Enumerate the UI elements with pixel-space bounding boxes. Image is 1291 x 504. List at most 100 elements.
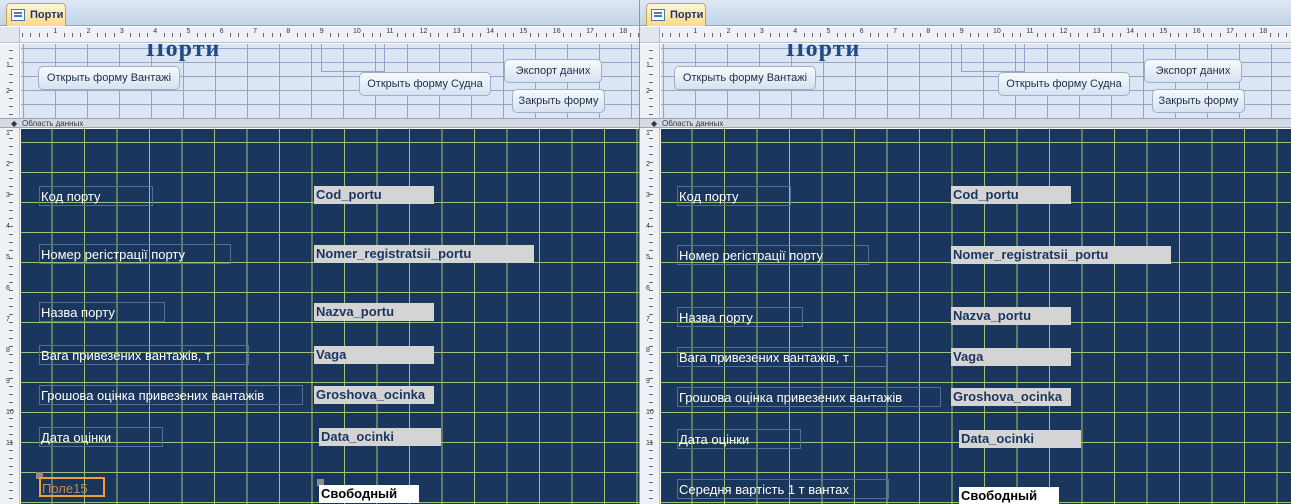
ruler-number: 12 <box>419 28 428 35</box>
ruler-number: 4 <box>153 28 158 35</box>
ruler-tick <box>113 33 115 37</box>
detail-section-bar[interactable]: ◆ Область данных <box>640 118 1291 128</box>
label-avg-cost[interactable]: Середня вартість 1 т вантах <box>677 479 889 499</box>
ruler-tick <box>538 33 540 37</box>
ruler-tick <box>280 33 282 37</box>
ruler-tick <box>9 394 13 395</box>
ruler-tick <box>649 58 653 59</box>
label-cargo-value[interactable]: Грошова оцінка привезених вантажів <box>39 385 303 405</box>
field-port-code[interactable]: Cod_portu <box>951 186 1071 204</box>
ruler-number: 9 <box>646 378 650 385</box>
field-port-name[interactable]: Nazva_portu <box>314 303 434 321</box>
ruler-number: 10 <box>353 28 361 35</box>
section-arrow-icon: ◆ <box>11 119 18 128</box>
ruler-tick <box>1278 33 1280 37</box>
ruler-tick <box>9 202 13 203</box>
ruler-tick <box>649 322 653 323</box>
field-eval-date[interactable]: Data_ocinki <box>319 428 441 446</box>
ruler-number: 12 <box>1059 28 1068 35</box>
detail-section-bar[interactable]: ◆ Область данных <box>0 118 639 128</box>
label-port-name[interactable]: Назва порту <box>39 302 165 322</box>
ruler-tick <box>513 33 515 37</box>
document-tab-bar: Порти <box>640 0 1291 26</box>
field-free[interactable]: Свободный <box>959 487 1059 504</box>
ruler-number: 11 <box>386 28 394 35</box>
label-port-code[interactable]: Код порту <box>677 186 791 206</box>
field-cargo-value[interactable]: Groshova_ocinka <box>951 388 1071 406</box>
label-cargo-value[interactable]: Грошова оцінка привезених вантажів <box>677 387 941 407</box>
tab-ports[interactable]: Порти <box>6 3 66 26</box>
export-data-button[interactable]: Экспорт даних <box>1144 59 1242 83</box>
ruler-tick <box>9 210 13 211</box>
ruler-tick <box>338 33 340 37</box>
ruler-tick <box>1203 33 1205 37</box>
label-reg-number[interactable]: Номер регістрації порту <box>677 245 869 265</box>
field-reg-number[interactable]: Nomer_registratsii_portu <box>314 245 534 263</box>
open-cargo-form-button[interactable]: Открыть форму Вантажі <box>38 66 180 90</box>
label-cargo-weight[interactable]: Вага привезених вантажів, т <box>677 347 887 367</box>
field-cargo-value[interactable]: Groshova_ocinka <box>314 386 434 404</box>
ruler-tick <box>9 114 13 115</box>
close-form-button[interactable]: Закрыть форму <box>1152 89 1245 113</box>
ruler-tick <box>138 33 140 37</box>
label-port-code[interactable]: Код порту <box>39 186 153 206</box>
tab-ports[interactable]: Порти <box>646 3 706 26</box>
tab-label: Порти <box>670 9 704 21</box>
export-data-button[interactable]: Экспорт даних <box>504 59 602 83</box>
ruler-tick <box>649 426 653 427</box>
ruler-tick <box>205 33 207 37</box>
field-cargo-weight[interactable]: Vaga <box>314 346 434 364</box>
ruler-tick <box>80 33 82 37</box>
label-cargo-weight[interactable]: Вага привезених вантажів, т <box>39 345 249 365</box>
ruler-tick <box>371 33 373 37</box>
ruler-tick <box>9 434 13 435</box>
label-port-name[interactable]: Назва порту <box>677 307 803 327</box>
label-reg-number[interactable]: Номер регістрації порту <box>39 244 231 264</box>
ruler-tick <box>9 450 13 451</box>
ruler-tick <box>1036 33 1038 37</box>
ruler-tick <box>213 33 215 37</box>
open-ships-form-button[interactable]: Открыть форму Судна <box>998 72 1130 96</box>
open-cargo-form-button[interactable]: Открыть форму Вантажі <box>674 66 816 90</box>
ruler-tick <box>1069 33 1071 37</box>
ruler-tick <box>649 370 653 371</box>
ruler-tick <box>678 33 680 37</box>
ruler-tick <box>649 226 653 227</box>
field-port-name[interactable]: Nazva_portu <box>951 307 1071 325</box>
ruler-tick <box>1144 33 1146 37</box>
field-cargo-weight[interactable]: Vaga <box>951 348 1071 366</box>
ruler-tick <box>396 33 398 37</box>
ruler-tick <box>649 306 653 307</box>
open-ships-form-button[interactable]: Открыть форму Судна <box>359 72 491 96</box>
ruler-tick <box>649 458 653 459</box>
ruler-tick <box>9 274 13 275</box>
close-form-button[interactable]: Закрыть форму <box>512 89 605 113</box>
ruler-tick <box>649 378 653 379</box>
field-port-code[interactable]: Cod_portu <box>314 186 434 204</box>
label-field15-selected[interactable]: Поле15 <box>39 477 105 497</box>
ruler-number: 17 <box>586 28 594 35</box>
ruler-tick <box>9 482 13 483</box>
ruler-tick <box>9 386 13 387</box>
ruler-tick <box>649 106 653 107</box>
label-eval-date[interactable]: Дата оцінки <box>39 427 163 447</box>
ruler-tick <box>1086 33 1088 37</box>
field-eval-date[interactable]: Data_ocinki <box>959 430 1081 448</box>
ruler-number: 8 <box>6 347 10 354</box>
ruler-tick <box>9 418 13 419</box>
form-title[interactable]: Порти <box>146 44 220 63</box>
field-free[interactable]: Свободный <box>319 485 419 503</box>
ruler-tick <box>596 33 598 37</box>
label-eval-date[interactable]: Дата оцінки <box>677 429 801 449</box>
ruler-tick <box>9 314 13 315</box>
form-selector[interactable] <box>640 27 660 42</box>
ruler-tick <box>471 33 473 37</box>
ruler-tick <box>9 426 13 427</box>
ruler-number: 2 <box>86 28 91 35</box>
ruler-tick <box>496 33 498 37</box>
ruler-tick <box>649 178 653 179</box>
field-reg-number[interactable]: Nomer_registratsii_portu <box>951 246 1171 264</box>
form-selector[interactable] <box>0 27 20 42</box>
ruler-tick <box>9 242 13 243</box>
form-title[interactable]: Порти <box>786 44 860 63</box>
